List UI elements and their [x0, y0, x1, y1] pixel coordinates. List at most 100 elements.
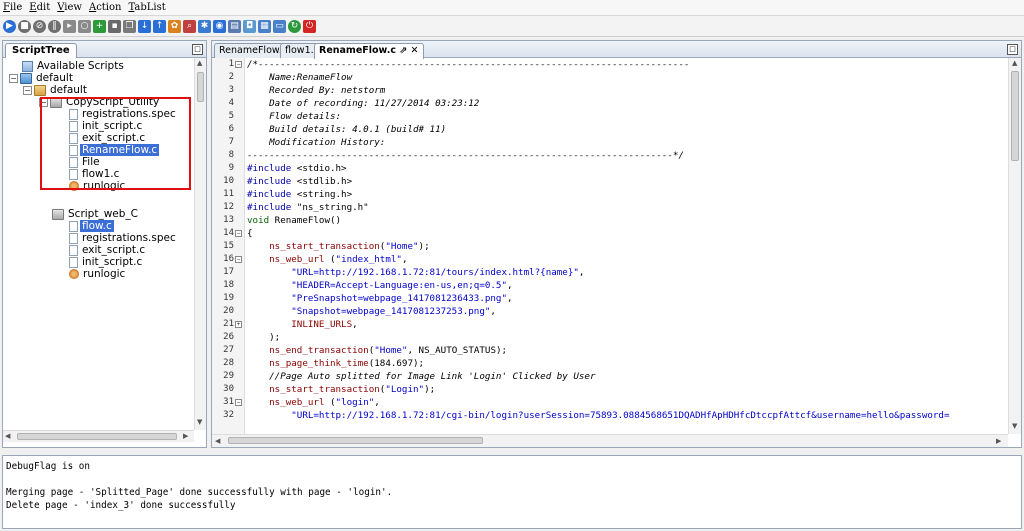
run-icon[interactable]: ▶ [3, 19, 16, 33]
code-text: ns_end_transaction("Home", NS_AUTO_STATU… [247, 344, 507, 357]
code-token: ns_start_transaction [269, 241, 380, 252]
code-token: "login" [335, 397, 375, 408]
line-number: 4 [228, 98, 234, 108]
tree-item[interactable]: − default [23, 84, 89, 96]
tree-item[interactable]: Available Scripts [22, 60, 126, 72]
pause-icon[interactable]: ‖ [48, 19, 61, 33]
scroll-left-icon[interactable]: ◀ [215, 437, 220, 445]
menu-file[interactable]: File [3, 2, 22, 13]
grid-icon[interactable]: ▦ [258, 19, 271, 33]
editor-vertical-scrollbar[interactable]: ▲ ▼ [1008, 58, 1021, 434]
scroll-thumb[interactable] [228, 437, 483, 444]
line-number: 12 [223, 202, 234, 212]
upload-icon[interactable]: ↑ [153, 19, 166, 33]
tree-horizontal-scrollbar[interactable]: ◀ ▶ [3, 430, 194, 442]
line-number: 20 [223, 306, 234, 316]
tree-item[interactable]: registrations.spec [69, 232, 178, 244]
scroll-up-icon[interactable]: ▲ [197, 59, 202, 67]
code-text: { [247, 227, 253, 240]
code-area[interactable]: 1−/*------------------------------------… [212, 58, 1008, 434]
download-icon[interactable]: ↓ [138, 19, 151, 33]
code-text: void RenameFlow() [247, 214, 341, 227]
step-icon[interactable]: ▸ [63, 19, 76, 33]
code-token: ns_start_transaction [269, 384, 380, 395]
line-number: 26 [223, 332, 234, 342]
stop-icon[interactable]: ■ [18, 19, 31, 33]
code-token: "PreSnapshot=webpage_1417081236433.png" [291, 293, 507, 304]
fold-toggle-icon[interactable]: − [235, 230, 242, 237]
line-number: 13 [223, 215, 234, 225]
expander-icon[interactable]: − [23, 85, 32, 95]
menu-action[interactable]: Action [89, 2, 122, 13]
scroll-left-icon[interactable]: ◀ [5, 432, 10, 440]
scroll-right-icon[interactable]: ▶ [996, 437, 1001, 445]
settings-icon[interactable]: ✿ [168, 19, 181, 33]
line-number: 10 [223, 176, 234, 186]
code-token: { [247, 228, 253, 239]
maximize-icon[interactable]: □ [1007, 44, 1018, 55]
editor-horizontal-scrollbar[interactable]: ◀ ▶ [212, 434, 1008, 447]
tree-item[interactable]: − default [9, 72, 75, 84]
document-icon[interactable]: ▤ [228, 19, 241, 33]
comment-icon[interactable]: ○ [78, 19, 91, 33]
maximize-icon[interactable]: □ [192, 44, 203, 55]
menu-tablist[interactable]: TabList [128, 2, 165, 13]
code-token: ns_page_think_time [269, 358, 369, 369]
window-icon[interactable]: ▭ [273, 19, 286, 33]
scroll-right-icon[interactable]: ▶ [183, 432, 188, 440]
tree-vertical-scrollbar[interactable]: ▲ ▼ [194, 58, 206, 430]
exit-icon[interactable]: ⏻ [303, 19, 316, 33]
tab-script-tree[interactable]: ScriptTree [5, 43, 77, 58]
line-number: 16 [223, 254, 234, 264]
code-text: /*--------------------------------------… [247, 58, 690, 71]
tree-item[interactable]: runlogic [69, 268, 127, 280]
new-file-icon[interactable]: + [93, 19, 106, 33]
code-token: #include [247, 176, 297, 187]
scroll-up-icon[interactable]: ▲ [1012, 59, 1017, 67]
search-icon[interactable]: ⌕ [183, 19, 196, 33]
code-token: ( [324, 397, 336, 408]
refresh-icon[interactable]: ↻ [288, 19, 301, 33]
tree-item[interactable]: flow.c [69, 220, 114, 232]
code-text: #include <stdlib.h> [247, 175, 352, 188]
tree-item[interactable] [69, 196, 73, 208]
scroll-down-icon[interactable]: ▼ [197, 418, 202, 426]
fold-toggle-icon[interactable]: − [235, 399, 242, 406]
record-icon[interactable]: ◉ [213, 19, 226, 33]
highlight-box [40, 97, 191, 190]
code-text: Name:RenameFlow [247, 71, 352, 84]
menu-edit[interactable]: Edit [29, 2, 50, 13]
line-number: 19 [223, 293, 234, 303]
fold-toggle-icon[interactable]: − [235, 256, 242, 263]
scroll-down-icon[interactable]: ▼ [1012, 422, 1017, 430]
save-icon[interactable]: ▪ [108, 19, 121, 33]
code-token: #include [247, 189, 297, 200]
scroll-thumb[interactable] [1011, 71, 1019, 161]
line-number: 9 [228, 163, 234, 173]
fold-toggle-icon[interactable]: + [235, 321, 242, 328]
expander-icon[interactable]: − [9, 73, 18, 83]
code-token: , [374, 397, 380, 408]
editor-tab-bar: □ RenameFlow.c flow1.c RenameFlow.c ⇗ ✕ [212, 41, 1021, 59]
editor-tab[interactable]: RenameFlow.c ⇗ ✕ [314, 43, 424, 59]
line-number: 17 [223, 267, 234, 277]
tree-item[interactable]: init_script.c [69, 256, 144, 268]
code-editor-panel: □ RenameFlow.c flow1.c RenameFlow.c ⇗ ✕ 1−… [211, 40, 1022, 448]
fold-toggle-icon[interactable]: − [235, 61, 242, 68]
tree-item[interactable]: exit_script.c [69, 244, 147, 256]
scroll-thumb[interactable] [17, 433, 177, 440]
debug-icon[interactable]: ✱ [198, 19, 211, 33]
tree-item[interactable]: Script_web_C [52, 208, 140, 220]
file-icon [69, 256, 78, 268]
cancel-icon[interactable]: ⊘ [33, 19, 46, 33]
copy-icon[interactable]: ❐ [123, 19, 136, 33]
scroll-thumb[interactable] [197, 72, 204, 102]
menu-view[interactable]: View [57, 2, 82, 13]
image-icon[interactable]: ◘ [243, 19, 256, 33]
